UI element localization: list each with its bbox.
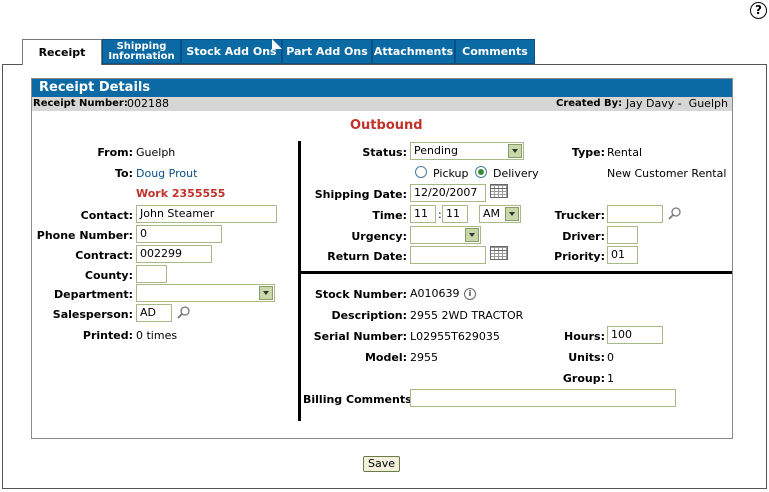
calendar-icon[interactable] [490,184,508,198]
phone-input[interactable]: 0 [136,225,222,243]
chevron-down-icon [508,144,522,158]
priority-input[interactable]: 01 [607,246,638,264]
urgency-label: Urgency: [351,230,407,243]
group-label: Group: [562,372,605,385]
tab-stock-add-ons[interactable]: Stock Add Ons [181,39,282,64]
driver-input[interactable] [607,226,638,244]
status-select[interactable]: Pending [410,142,524,160]
save-button[interactable]: Save [363,456,400,472]
horizontal-divider [301,271,732,274]
status-label: Status: [362,146,407,159]
department-select[interactable] [136,284,275,302]
panel-title: Receipt Details [32,79,732,97]
tab-label: Stock Add Ons [186,44,277,58]
tab-label: Comments [462,44,528,58]
ampm-value: AM [483,207,501,220]
chevron-down-icon [465,228,479,242]
created-by-value: Jay Davy - Guelph [626,97,728,110]
chevron-down-icon [259,286,273,300]
receipt-info-bar: Receipt Number: 002188 Created By: Jay D… [32,97,732,111]
return-date-input[interactable] [410,246,486,264]
type-note: New Customer Rental [607,167,727,180]
tab-label: Receipt [38,45,86,59]
tab-attachments[interactable]: Attachments [372,39,455,64]
county-label: County: [84,269,133,282]
units-value: 0 [607,351,614,364]
info-icon[interactable]: i [464,288,476,300]
type-value: Rental [607,146,642,159]
pickup-radio[interactable] [415,166,427,178]
delivery-label: Delivery [493,167,539,180]
contact-label: Contact: [80,209,133,222]
printed-value: 0 times [136,329,178,342]
model-value: 2955 [410,351,438,364]
direction-heading: Outbound [350,118,423,133]
tab-receipt[interactable]: Receipt [22,39,102,65]
created-by-label: Created By: [556,98,623,109]
hours-input[interactable]: 100 [607,326,663,344]
serial-number-label: Serial Number: [313,330,407,343]
receipt-number-value: 002188 [127,97,169,110]
tab-label: Part Add Ons [286,44,368,58]
contact-input[interactable]: John Steamer [136,205,277,223]
priority-label: Priority: [554,250,605,263]
vertical-divider [298,141,301,421]
printed-label: Printed: [82,329,133,342]
tab-label: Attachments [373,44,454,58]
from-label: From: [97,146,133,159]
urgency-select[interactable] [410,226,481,244]
help-icon[interactable]: ? [750,2,767,19]
billing-comments-input[interactable] [410,389,676,407]
stock-number-label: Stock Number: [314,288,407,301]
department-label: Department: [54,288,133,301]
type-label: Type: [571,146,605,159]
contract-label: Contract: [75,249,133,262]
work-order-label: Work 2355555 [136,187,226,200]
salesperson-label: Salesperson: [52,308,133,321]
status-value: Pending [414,144,458,157]
hours-label: Hours: [564,330,605,343]
to-label: To: [115,167,133,180]
model-label: Model: [364,351,407,364]
pickup-label: Pickup [433,167,469,180]
time-ampm-select[interactable]: AM [479,205,521,223]
trucker-input[interactable] [607,205,663,223]
trucker-label: Trucker: [554,209,605,222]
time-label: Time: [372,209,407,222]
county-input[interactable] [136,265,167,283]
group-value: 1 [607,372,614,385]
description-label: Description: [331,309,407,322]
serial-number-value: L02955T629035 [410,330,500,343]
chevron-down-icon [505,207,519,221]
description-value: 2955 2WD TRACTOR [410,309,524,322]
driver-label: Driver: [562,230,605,243]
units-label: Units: [568,351,605,364]
stock-number-value: A010639 [410,287,460,300]
tab-part-add-ons[interactable]: Part Add Ons [282,39,372,64]
return-date-label: Return Date: [327,250,407,263]
from-value: Guelph [136,146,176,159]
salesperson-input[interactable]: AD [136,304,172,322]
delivery-radio[interactable] [475,166,487,178]
receipt-number-label: Receipt Number: [33,98,128,109]
tab-comments[interactable]: Comments [455,39,535,64]
tab-label-line1: Shipping [116,40,167,52]
time-minute-input[interactable]: 11 [442,205,468,223]
billing-comments-label: Billing Comments: [303,393,417,406]
tab-label-line2: Information [108,50,175,62]
shipping-date-label: Shipping Date: [314,188,407,201]
magnifier-icon[interactable] [668,206,682,220]
magnifier-icon[interactable] [177,305,191,319]
shipping-date-input[interactable]: 12/20/2007 [410,184,486,202]
tab-shipping-information[interactable]: Shipping Information [102,39,181,64]
contract-input[interactable]: 002299 [136,245,212,263]
to-link[interactable]: Doug Prout [136,167,197,180]
time-hour-input[interactable]: 11 [410,205,436,223]
phone-label: Phone Number: [36,229,133,242]
calendar-icon[interactable] [490,246,508,260]
